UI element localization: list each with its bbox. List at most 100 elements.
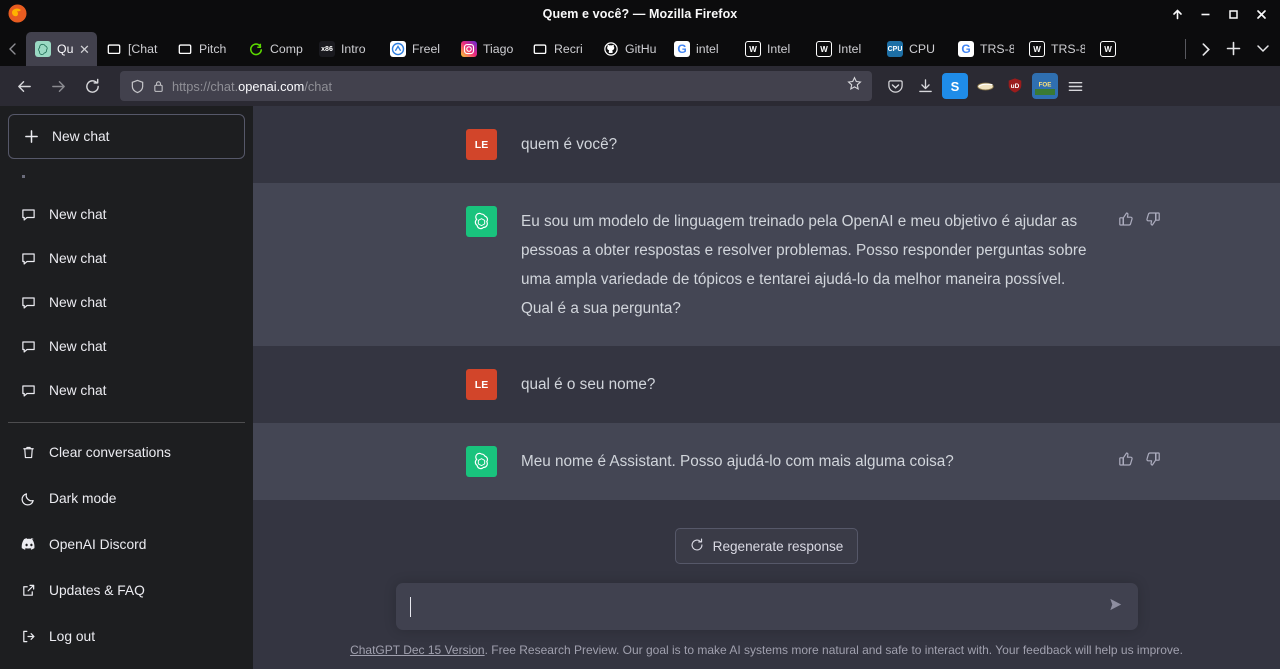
browser-tab[interactable]: Freel (381, 32, 452, 66)
message-input-container[interactable] (395, 583, 1138, 630)
regenerate-response-button[interactable]: Regenerate response (674, 528, 859, 564)
tab-label: Recri (554, 42, 583, 56)
thumbs-down-icon[interactable] (1144, 210, 1161, 227)
window-controls (1164, 0, 1274, 28)
browser-tab[interactable]: Recri (523, 32, 594, 66)
conversation-label: New chat (49, 206, 107, 222)
conversation-item[interactable]: New chat (8, 236, 245, 280)
browser-tab[interactable]: [Chat (97, 32, 168, 66)
star-icon[interactable] (847, 76, 862, 96)
footer-rest-text: . Free Research Preview. Our goal is to … (484, 643, 1183, 657)
wikipedia-icon: W (1100, 41, 1116, 57)
url-bar[interactable]: https://chat.openai.com/chat (120, 71, 872, 101)
foe-helper-extension-icon[interactable]: FOE (1032, 73, 1058, 99)
send-icon[interactable] (1099, 596, 1124, 618)
browser-tab[interactable]: G intel (665, 32, 736, 66)
browser-tab[interactable]: Pitch (168, 32, 239, 66)
svg-text:uD: uD (1011, 83, 1020, 90)
thumbs-up-icon[interactable] (1117, 450, 1134, 467)
tab-label: intel (696, 42, 719, 56)
conversation-label: New chat (49, 250, 107, 266)
close-tab-icon[interactable]: ✕ (79, 43, 91, 56)
downloads-icon[interactable] (912, 73, 938, 99)
new-tab-button[interactable] (1218, 33, 1248, 63)
app-menu-icon[interactable] (1062, 73, 1088, 99)
url-text[interactable]: https://chat.openai.com/chat (172, 79, 840, 94)
openai-discord-link[interactable]: OpenAI Discord (8, 521, 245, 567)
browser-tab[interactable]: W Intel (736, 32, 807, 66)
plus-icon (23, 128, 40, 145)
bottom-item-label: Clear conversations (49, 444, 171, 460)
conversation-item[interactable]: New chat (8, 324, 245, 368)
tab-label: TRS-8 (980, 42, 1014, 56)
scroll-tabs-right-button[interactable] (1192, 32, 1218, 66)
browser-tab[interactable]: Tiago (452, 32, 523, 66)
list-all-tabs-button[interactable] (1248, 33, 1278, 63)
chat-main: LE quem é você? Eu sou um modelo de ling… (253, 106, 1280, 669)
conversation-list[interactable]: New chat New chat New chat New chat New … (8, 165, 245, 422)
updates-faq-link[interactable]: Updates & FAQ (8, 567, 245, 613)
conversation-label: New chat (49, 382, 107, 398)
window-titlebar: Quem e você? — Mozilla Firefox (0, 0, 1280, 28)
footer-note: ChatGPT Dec 15 Version. Free Research Pr… (350, 643, 1183, 657)
clear-conversations-button[interactable]: Clear conversations (8, 429, 245, 475)
extension-toolbar: S uD FOE (882, 73, 1088, 99)
new-chat-button[interactable]: New chat (8, 114, 245, 159)
pocket-icon[interactable] (882, 73, 908, 99)
regenerate-response-label: Regenerate response (712, 538, 844, 554)
browser-tab[interactable]: W TRS-8 (1020, 32, 1091, 66)
browser-tab[interactable]: Comp (239, 32, 310, 66)
svg-text:FOE: FOE (1039, 82, 1052, 89)
dark-mode-button[interactable]: Dark mode (8, 475, 245, 521)
shade-window-button[interactable] (1164, 2, 1190, 26)
message-icon (20, 338, 37, 355)
forward-arrow-icon[interactable] (42, 71, 74, 101)
browser-tab[interactable]: x86 Intro (310, 32, 381, 66)
browser-tab[interactable]: G TRS-8 (949, 32, 1020, 66)
minimize-window-button[interactable] (1192, 2, 1218, 26)
close-window-button[interactable] (1248, 2, 1274, 26)
thumbs-up-icon[interactable] (1117, 210, 1134, 227)
user-avatar: LE (466, 369, 497, 400)
tab-label: [Chat (128, 42, 158, 56)
instagram-icon (461, 41, 477, 57)
bottom-item-label: OpenAI Discord (49, 536, 147, 552)
tabbar-divider (1185, 39, 1186, 59)
refresh-icon (690, 537, 704, 555)
browser-tab[interactable]: GitHu (594, 32, 665, 66)
composer-area: Regenerate response ChatGPT Dec 15 Versi… (253, 504, 1280, 669)
message-text: qual é o seu nome? (521, 376, 656, 393)
conversation-item[interactable]: New chat (8, 368, 245, 412)
browser-tab[interactable]: Qu ✕ (26, 32, 97, 66)
tracking-protection-shield-icon[interactable] (130, 79, 145, 94)
ublock-origin-extension-icon[interactable]: uD (1002, 73, 1028, 99)
thumbs-down-icon[interactable] (1144, 450, 1161, 467)
message-input[interactable] (413, 598, 1099, 615)
back-arrow-icon[interactable] (8, 71, 40, 101)
tab-label: Qu (57, 42, 73, 56)
lock-icon[interactable] (152, 80, 165, 93)
scroll-tabs-left-button[interactable] (0, 32, 26, 66)
bottom-item-label: Dark mode (49, 490, 117, 506)
honey-extension-icon[interactable] (972, 73, 998, 99)
message-list: LE quem é você? Eu sou um modelo de ling… (253, 106, 1280, 504)
assistant-avatar (466, 206, 497, 237)
message-text: Eu sou um modelo de linguagem treinado p… (521, 213, 1087, 317)
tab-label: Comp (270, 42, 303, 56)
tab-label: Tiago (483, 42, 514, 56)
conversation-item[interactable]: New chat (8, 192, 245, 236)
version-link[interactable]: ChatGPT Dec 15 Version (350, 643, 485, 657)
browser-tab[interactable]: W Intel (807, 32, 878, 66)
browser-tab[interactable]: CPU CPU (878, 32, 949, 66)
browser-tab[interactable]: W T (1091, 32, 1125, 66)
logout-button[interactable]: Log out (8, 613, 245, 659)
folder-icon (177, 41, 193, 57)
chat-sidebar: New chat New chat New chat New chat New … (0, 106, 253, 669)
maximize-window-button[interactable] (1220, 2, 1246, 26)
cpu-icon: CPU (887, 41, 903, 57)
conversation-item[interactable]: New chat (8, 280, 245, 324)
freelancer-icon (390, 41, 406, 57)
sketchfab-extension-icon[interactable]: S (942, 73, 968, 99)
reload-icon[interactable] (76, 71, 108, 101)
wikipedia-icon: W (1029, 41, 1045, 57)
